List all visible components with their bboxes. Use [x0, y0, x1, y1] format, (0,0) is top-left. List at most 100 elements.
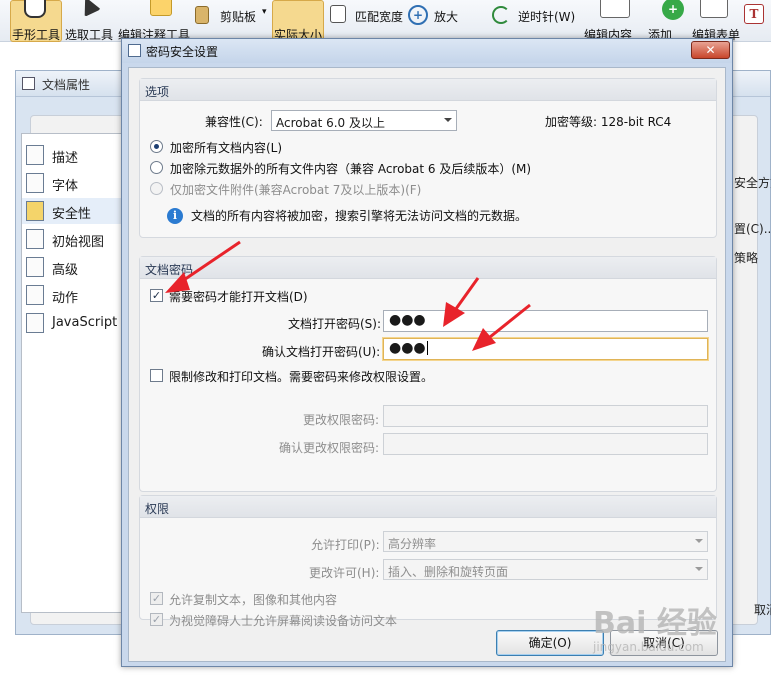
dialog-body: 选项 兼容性(C): Acrobat 6.0 及以上 加密等级: 128-bit…	[128, 67, 726, 662]
password-security-dialog: 密码安全设置 ✕ 选项 兼容性(C): Acrobat 6.0 及以上 加密等级…	[121, 38, 733, 667]
permissions-header: 权限	[140, 496, 716, 518]
confirm-password-input[interactable]: ●●●	[383, 338, 708, 360]
nav-item-javascript[interactable]: JavaScript	[22, 310, 124, 336]
dialog-title: 密码安全设置	[146, 45, 219, 59]
props-cancel-fragment[interactable]: 取消	[754, 601, 771, 618]
hand-tool-label: 手形工具	[12, 28, 61, 42]
confirm-password-dots: ●●●	[389, 340, 426, 356]
confirm-permissions-password-input	[383, 433, 708, 455]
nav-label: JavaScript	[52, 315, 118, 330]
nav-label: 描述	[52, 151, 79, 166]
clipboard-button[interactable]: 剪贴板	[220, 8, 256, 25]
zoom-in-icon: +	[408, 5, 428, 25]
nav-label: 字体	[52, 179, 79, 194]
encryption-info-text: 文档的所有内容将被加密，搜索引擎将无法访问文档的元数据。	[191, 209, 528, 223]
document-password-section: 文档密码 ✓ 需要密码才能打开文档(D) 文档打开密码(S): ●●● 确认文档…	[139, 256, 717, 492]
watermark-url: jingyan.baidu.com	[593, 640, 704, 654]
advanced-icon	[26, 257, 44, 277]
close-button[interactable]: ✕	[691, 41, 730, 59]
nav-item-actions[interactable]: 动作	[22, 282, 124, 308]
nav-label: 安全性	[52, 207, 92, 222]
allow-print-value: 高分辨率	[388, 537, 437, 551]
options-header: 选项	[140, 79, 716, 101]
change-permission-label: 更改许可(H):	[309, 566, 380, 580]
nav-item-advanced[interactable]: 高级	[22, 254, 124, 280]
properties-nav-list: 描述 字体 安全性 初始视图 高级 动作 JavaScript	[21, 133, 124, 613]
encrypt-except-metadata-radio[interactable]	[150, 161, 163, 174]
nav-label: 高级	[52, 263, 79, 278]
restrict-editing-label[interactable]: 限制修改和打印文档。需要密码来修改权限设置。	[169, 368, 433, 385]
compatibility-select[interactable]: Acrobat 6.0 及以上	[271, 110, 457, 131]
allow-copy-checkbox: ✓	[150, 592, 163, 605]
window-icon	[22, 77, 35, 90]
annotation-icon	[150, 0, 172, 16]
select-tool-button[interactable]: 选取工具	[65, 26, 113, 43]
allow-copy-label: 允许复制文本，图像和其他内容	[169, 593, 338, 607]
encrypt-all-radio[interactable]	[150, 140, 163, 153]
permissions-heading: 权限	[145, 502, 170, 516]
confirm-password-value: ●●●	[389, 340, 428, 356]
nav-item-description[interactable]: 描述	[22, 142, 124, 168]
font-icon	[26, 173, 44, 193]
dialog-title-bar: 密码安全设置 ✕	[122, 39, 732, 63]
options-section: 选项 兼容性(C): Acrobat 6.0 及以上 加密等级: 128-bit…	[139, 78, 717, 238]
nav-item-security[interactable]: 安全性	[22, 198, 124, 224]
change-permission-select: 插入、删除和旋转页面	[383, 559, 708, 580]
compatibility-label: 兼容性(C):	[205, 115, 263, 129]
app-toolbar: 手形工具 选取工具 编辑注释工具 剪贴板 ▾ 实际大小 匹配宽度 + 放大 逆时…	[0, 0, 771, 42]
encryption-level: 加密等级: 128-bit RC4	[545, 115, 672, 129]
chevron-down-icon	[444, 118, 452, 122]
chevron-down-icon	[695, 539, 703, 543]
restrict-editing-checkbox[interactable]	[150, 369, 163, 382]
encrypt-except-metadata-label[interactable]: 加密除元数据外的所有文件内容（兼容 Acrobat 6 及后续版本）(M)	[170, 160, 531, 177]
options-heading: 选项	[145, 85, 170, 99]
nav-label: 初始视图	[52, 235, 105, 250]
action-icon	[26, 285, 44, 305]
rotate-ccw-button[interactable]: 逆时针(W)	[518, 8, 575, 25]
security-method-label: 安全方式	[734, 176, 771, 190]
chevron-down-icon: ▾	[262, 7, 267, 17]
allow-print-select: 高分辨率	[383, 531, 708, 552]
doc-password-header: 文档密码	[140, 257, 716, 279]
script-icon	[26, 313, 44, 333]
baidu-watermark: Bai 经验	[593, 606, 717, 641]
require-open-password-label[interactable]: 需要密码才能打开文档(D)	[169, 288, 308, 305]
edit-content-icon	[600, 0, 630, 18]
text-field-icon[interactable]: T	[744, 4, 764, 24]
zoom-in-button[interactable]: 放大	[434, 8, 458, 25]
settings-button-fragment[interactable]: 置(C)...	[734, 220, 771, 237]
edit-form-icon	[700, 0, 728, 18]
doc-password-heading: 文档密码	[145, 263, 194, 277]
description-icon	[26, 145, 44, 165]
properties-title: 文档属性	[42, 78, 91, 92]
encrypt-attachments-radio	[150, 182, 163, 195]
cursor-icon	[77, 0, 101, 17]
compatibility-value: Acrobat 6.0 及以上	[276, 116, 385, 130]
nav-item-fonts[interactable]: 字体	[22, 170, 124, 196]
open-password-value: ●●●	[389, 312, 426, 328]
encrypt-all-label[interactable]: 加密所有文档内容(L)	[170, 139, 282, 156]
allow-print-label: 允许打印(P):	[311, 538, 380, 552]
open-password-input[interactable]: ●●●	[383, 310, 708, 332]
confirm-permissions-password-label: 确认更改权限密码:	[279, 441, 380, 455]
nav-item-initial-view[interactable]: 初始视图	[22, 226, 124, 252]
add-icon: +	[662, 0, 684, 20]
initial-view-icon	[26, 229, 44, 249]
permissions-password-label: 更改权限密码:	[303, 413, 380, 427]
encrypt-attachments-label: 仅加密文件附件(兼容Acrobat 7及以上版本)(F)	[170, 183, 422, 197]
policy-button-fragment[interactable]: 策略	[734, 249, 758, 266]
require-open-password-checkbox[interactable]: ✓	[150, 289, 163, 302]
dialog-icon	[128, 44, 141, 57]
confirm-password-label: 确认文档打开密码(U):	[262, 345, 381, 359]
clipboard-icon	[195, 6, 209, 24]
hand-icon	[24, 0, 46, 18]
nav-label: 动作	[52, 291, 79, 306]
fit-width-icon	[330, 5, 346, 23]
open-password-label: 文档打开密码(S):	[288, 317, 382, 331]
info-icon: i	[167, 208, 183, 224]
text-caret	[426, 341, 428, 355]
fit-width-button[interactable]: 匹配宽度	[355, 8, 403, 25]
change-permission-value: 插入、删除和旋转页面	[388, 565, 509, 579]
ok-button[interactable]: 确定(O)	[496, 630, 604, 656]
allow-screen-reader-checkbox: ✓	[150, 613, 163, 626]
